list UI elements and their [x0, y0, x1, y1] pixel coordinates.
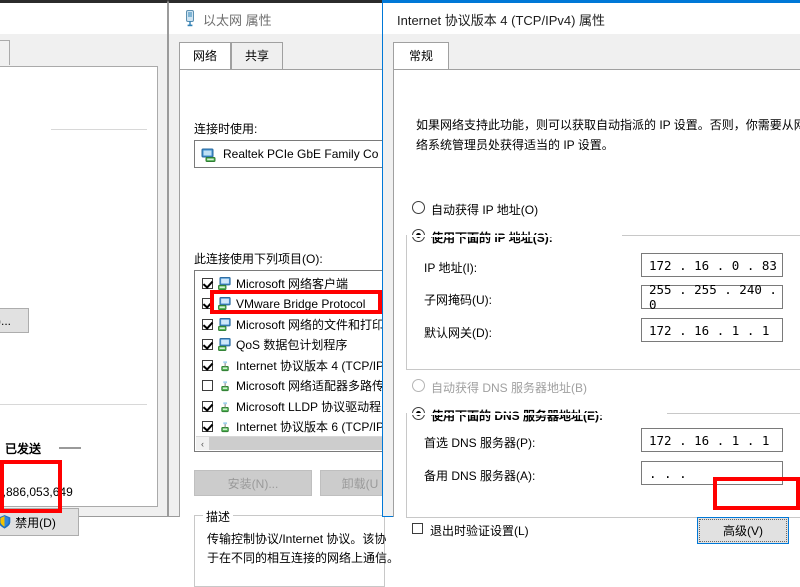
tab-sharing[interactable]: 共享	[231, 42, 284, 69]
tcpip-window-body: 常规 如果网络支持此功能，则可以获取自动指派的 IP 设置。否则，你需要从网 络…	[383, 34, 800, 544]
component-list-item-label: Internet 协议版本 6 (TCP/IPv	[236, 420, 385, 435]
dns-label-0: 首选 DNS 服务器(P):	[424, 436, 536, 450]
scroll-thumb[interactable]	[209, 437, 383, 450]
tcpip-tab-pane: 如果网络支持此功能，则可以获取自动指派的 IP 设置。否则，你需要从网 络系统管…	[393, 69, 800, 544]
client-service-icon	[218, 338, 233, 352]
tcpipv4-properties-window: Internet 协议版本 4 (TCP/IPv4) 属性 常规 如果网络支持此…	[382, 0, 800, 544]
status-sent-label: 已发送	[5, 442, 42, 456]
protocol-icon	[218, 400, 233, 413]
ip-input-1[interactable]: 255 . 255 . 240 . 0	[641, 282, 783, 312]
tcpip-window-title: Internet 协议版本 4 (TCP/IPv4) 属性	[397, 13, 606, 28]
ethernet-properties-window: 以太网 属性 网络 共享 连接时使用: Realtek PCIe GbE Fam…	[168, 0, 400, 587]
radio-auto-ip[interactable]	[412, 201, 425, 214]
ethernet-tab-pane: 连接时使用: Realtek PCIe GbE Family Co 此连接使用下…	[179, 69, 400, 587]
component-list-item[interactable]: Microsoft 网络客户端	[195, 273, 384, 294]
component-list-item-label: Microsoft 网络的文件和打印	[236, 317, 385, 332]
component-list-item[interactable]: QoS 数据包计划程序	[195, 335, 384, 356]
components-listbox[interactable]: Microsoft 网络客户端 VMware Bridge Protocol Mic…	[194, 270, 385, 452]
component-list-item[interactable]: Internet 协议版本 4 (TCP/IPv	[195, 355, 384, 376]
component-list-item-label: Microsoft LLDP 协议驱动程	[236, 399, 382, 414]
dns-input-0[interactable]: 172 . 16 . 1 . 1	[641, 428, 783, 452]
tcpip-tabrow: 常规	[393, 42, 450, 70]
component-list-item-label: Internet 协议版本 4 (TCP/IPv	[236, 358, 385, 373]
tcpip-title-bar: Internet 协议版本 4 (TCP/IPv4) 属性	[383, 3, 800, 34]
protocol-icon	[218, 379, 233, 392]
network-adapter-icon	[183, 10, 197, 27]
component-list-item[interactable]: VMware Bridge Protocol	[195, 294, 384, 315]
component-list-item-label: Microsoft 网络客户端	[236, 276, 349, 291]
component-checkbox[interactable]	[202, 298, 213, 310]
component-list-item[interactable]: Microsoft 网络的文件和打印	[195, 314, 384, 335]
ethernet-window-title: 以太网 属性	[203, 13, 272, 28]
protocol-icon	[218, 359, 233, 372]
component-checkbox[interactable]	[202, 400, 213, 412]
validate-settings-label[interactable]: 退出时验证设置(L)	[430, 522, 529, 539]
component-checkbox[interactable]	[202, 380, 213, 392]
disable-button[interactable]: 禁用(D)	[0, 508, 79, 536]
description-groupbox: 描述 传输控制协议/Internet 协议。该协 于在不同的相互连接的网络上通信…	[194, 508, 399, 587]
radio-auto-dns[interactable]	[412, 379, 425, 392]
component-list-item-label: QoS 数据包计划程序	[236, 338, 348, 353]
tab-network[interactable]: 网络	[179, 42, 232, 69]
status-divider-top	[51, 129, 147, 130]
component-checkbox[interactable]	[202, 359, 213, 371]
nic-card-icon	[201, 148, 216, 162]
component-checkbox[interactable]	[202, 277, 213, 289]
radio-auto-dns-label[interactable]: 自动获得 DNS 服务器地址(B)	[431, 379, 587, 396]
install-button: 安装(N)...	[194, 470, 312, 496]
advanced-button[interactable]: 高级(V)	[697, 517, 789, 544]
description-line-2: 于在不同的相互连接的网络上通信。	[207, 551, 400, 565]
status-panel: v4 连接: v6 连接: 体状态: 续时间: 度: 详细信息(E)... 已发…	[0, 66, 158, 507]
dns-label-1: 备用 DNS 服务器(A):	[424, 469, 536, 483]
ip-label-2: 默认网关(D):	[424, 326, 492, 340]
ethernet-window-body: 网络 共享 连接时使用: Realtek PCIe GbE Family Co	[169, 34, 400, 587]
ip-input-2[interactable]: 172 . 16 . 1 . 1	[641, 318, 783, 342]
ethernet-title-bar: 以太网 属性	[169, 3, 382, 34]
component-list-item-label: VMware Bridge Protocol	[236, 296, 366, 311]
tab-general[interactable]: 常规	[393, 42, 450, 69]
description-line-1: 传输控制协议/Internet 协议。该协	[207, 532, 387, 546]
details-button[interactable]: 详细信息(E)...	[0, 308, 29, 333]
scroll-left-arrow[interactable]: ‹	[196, 437, 209, 450]
client-service-icon	[218, 276, 233, 290]
ip-label-0: IP 地址(I):	[424, 261, 478, 275]
disable-button-label: 禁用(D)	[15, 515, 56, 530]
intro-line-2: 络系统管理员处获得适当的 IP 设置。	[416, 138, 614, 152]
status-sent-dash	[59, 447, 81, 449]
components-hscrollbar[interactable]: ‹	[196, 436, 383, 450]
radio-auto-ip-label[interactable]: 自动获得 IP 地址(O)	[431, 201, 538, 218]
adapter-name: Realtek PCIe GbE Family Co	[223, 147, 379, 161]
ethernet-status-window: 网 状态 v4 连接: v6 连接: 体状态: 续时间: 度: 详细信息(E).…	[0, 0, 168, 536]
client-service-icon	[218, 297, 233, 311]
ip-input-0[interactable]: 172 . 16 . 0 . 83	[641, 253, 783, 277]
validate-settings-checkbox[interactable]	[412, 523, 423, 534]
component-list-item[interactable]: Microsoft 网络适配器多路传	[195, 376, 384, 397]
component-list-item[interactable]: Microsoft LLDP 协议驱动程	[195, 396, 384, 417]
connect-using-label: 连接时使用:	[194, 122, 258, 136]
component-list-item[interactable]: Internet 协议版本 6 (TCP/IPv	[195, 417, 384, 438]
screen-root: 网 状态 v4 连接: v6 连接: 体状态: 续时间: 度: 详细信息(E).…	[0, 0, 800, 587]
items-label: 此连接使用下列项目(O):	[194, 252, 323, 266]
component-list-item-label: Microsoft 网络适配器多路传	[236, 379, 385, 394]
component-checkbox[interactable]	[202, 318, 213, 330]
ethernet-tabrow: 网络 共享	[179, 42, 284, 70]
component-checkbox[interactable]	[202, 339, 213, 351]
status-tab-general[interactable]	[0, 40, 10, 65]
uac-shield-icon	[0, 515, 11, 529]
intro-line-1: 如果网络支持此功能，则可以获取自动指派的 IP 设置。否则，你需要从网	[416, 118, 800, 132]
client-service-icon	[218, 317, 233, 331]
component-checkbox[interactable]	[202, 421, 213, 433]
status-divider-activity	[0, 404, 147, 405]
adapter-combo[interactable]: Realtek PCIe GbE Family Co	[194, 140, 385, 168]
status-bytes-value: 1,886,053,649	[0, 485, 73, 499]
status-tabstrip	[0, 40, 158, 67]
ip-label-1: 子网掩码(U):	[424, 293, 492, 307]
status-window-body: v4 连接: v6 连接: 体状态: 续时间: 度: 详细信息(E)... 已发…	[0, 34, 167, 536]
status-title-bar: 网 状态	[0, 3, 167, 34]
components-rows: Microsoft 网络客户端 VMware Bridge Protocol Mic…	[195, 273, 384, 437]
protocol-icon	[218, 420, 233, 433]
dns-input-1[interactable]: . . .	[641, 461, 783, 485]
